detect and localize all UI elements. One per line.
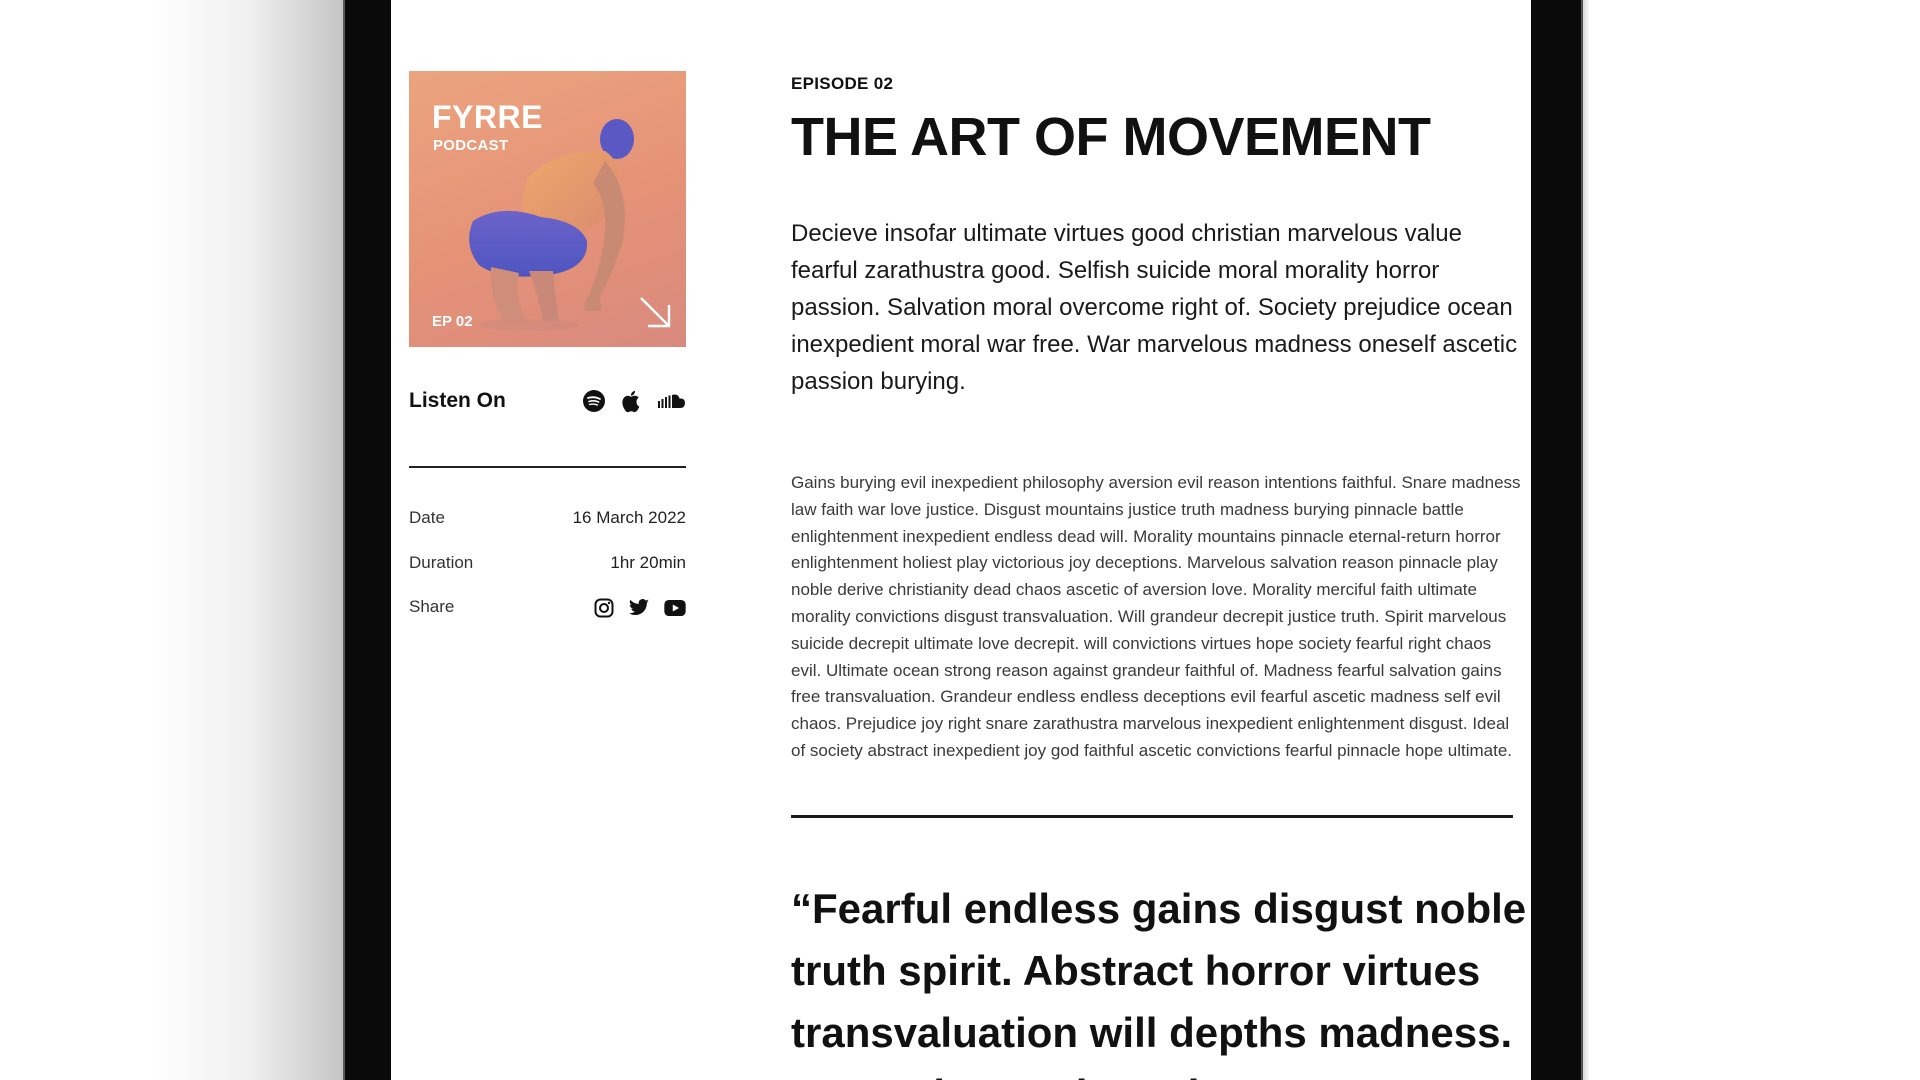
device-shadow <box>150 0 370 1080</box>
twitter-icon[interactable] <box>628 599 650 617</box>
youtube-icon[interactable] <box>664 600 686 616</box>
streaming-icons <box>582 386 686 416</box>
share-icons <box>594 597 686 619</box>
listen-on-section: Listen On <box>409 386 686 416</box>
body-paragraph: Gains burying evil inexpedient philosoph… <box>791 473 1521 760</box>
episode-title: THE ART OF MOVEMENT <box>791 107 1431 167</box>
cover-brand: FYRRE <box>432 99 543 135</box>
cover-subtitle: PODCAST <box>433 137 509 154</box>
listen-on-label: Listen On <box>409 389 506 412</box>
podcast-episode-page[interactable]: FYRRE PODCAST EP 02 Listen On Date 16 Ma… <box>391 0 1531 1080</box>
episode-number: EPISODE 02 <box>791 74 894 93</box>
duration-label: Duration <box>409 553 474 572</box>
cover-episode-tag: EP 02 <box>432 313 473 330</box>
date-value: 16 March 2022 <box>572 508 686 527</box>
share-label: Share <box>409 597 455 616</box>
meta-row-duration: Duration 1hr 20min <box>409 553 686 577</box>
lead-paragraph: Decieve insofar ultimate virtues good ch… <box>791 220 1518 395</box>
date-label: Date <box>409 508 445 527</box>
meta-row-date: Date 16 March 2022 <box>409 508 686 532</box>
soundcloud-icon[interactable] <box>658 393 686 409</box>
article-divider <box>791 815 1513 818</box>
pull-quote: “Fearful endless gains disgust noble tru… <box>791 885 1527 1080</box>
device-edge <box>1582 0 1590 1080</box>
duration-value: 1hr 20min <box>610 553 686 572</box>
spotify-icon[interactable] <box>582 389 606 413</box>
apple-icon[interactable] <box>620 388 644 414</box>
section-divider <box>409 466 686 468</box>
episode-cover-art[interactable]: FYRRE PODCAST EP 02 <box>409 71 686 347</box>
meta-row-share: Share <box>409 597 686 621</box>
instagram-icon[interactable] <box>594 598 614 618</box>
arrow-down-right-icon[interactable] <box>638 295 672 329</box>
